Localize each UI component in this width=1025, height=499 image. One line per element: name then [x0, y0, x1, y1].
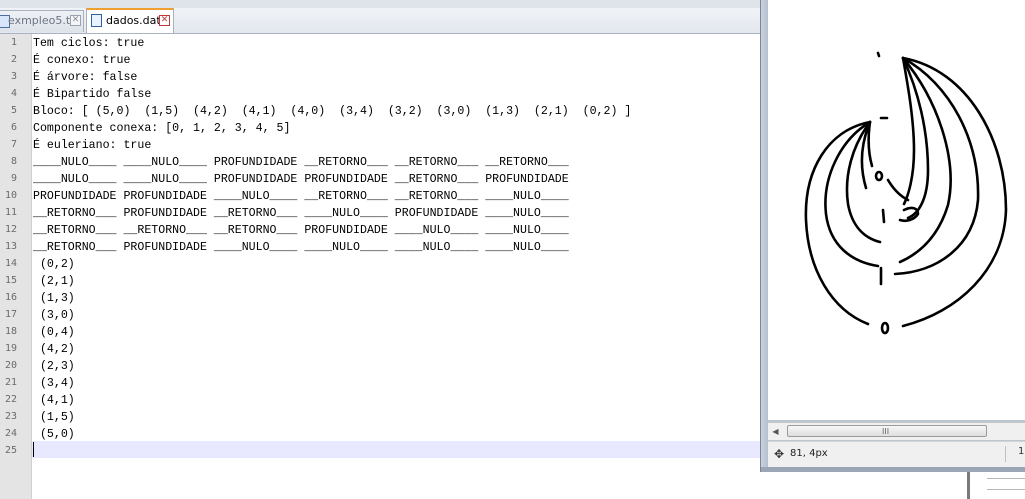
- code-line[interactable]: Componente conexa: [0, 1, 2, 3, 4, 5]: [33, 120, 290, 137]
- line-number: 6: [10, 122, 17, 133]
- code-line[interactable]: (0,2): [33, 256, 75, 273]
- sketch-drawing: [804, 51, 1008, 335]
- status-right-value: 1: [1018, 446, 1025, 457]
- tab-label: dados.dat: [106, 14, 161, 27]
- line-number: 13: [4, 241, 17, 252]
- code-line[interactable]: (2,3): [33, 358, 75, 375]
- scroll-grip: III: [882, 427, 890, 436]
- line-number: 19: [4, 343, 17, 354]
- code-line[interactable]: (1,5): [33, 409, 75, 426]
- cursor-position: 81, 4px: [790, 448, 828, 459]
- code-line[interactable]: Tem ciclos: true: [33, 35, 144, 52]
- code-line[interactable]: (2,1): [33, 273, 75, 290]
- window-border: [967, 472, 970, 499]
- line-number: 15: [4, 275, 17, 286]
- divider: [987, 489, 1025, 490]
- line-number: 14: [4, 258, 17, 269]
- code-line[interactable]: É árvore: false: [33, 69, 137, 86]
- text-caret: [33, 442, 34, 457]
- code-line[interactable]: (0,4): [33, 324, 75, 341]
- line-number: 5: [10, 105, 17, 116]
- line-number: 17: [4, 309, 17, 320]
- status-bar: ✥ 81, 4px 1: [768, 441, 1025, 468]
- divider: [987, 478, 1025, 479]
- line-number: 25: [4, 445, 17, 456]
- code-line[interactable]: É conexo: true: [33, 52, 130, 69]
- line-number: 4: [10, 88, 17, 99]
- line-number: 16: [4, 292, 17, 303]
- close-icon[interactable]: ✕: [70, 15, 81, 26]
- line-number: 11: [4, 207, 17, 218]
- code-line[interactable]: __RETORNO___ PROFUNDIDADE ____NULO____ _…: [33, 239, 569, 256]
- close-icon[interactable]: ✕: [159, 15, 170, 26]
- code-line[interactable]: (1,3): [33, 290, 75, 307]
- code-line[interactable]: __RETORNO___ PROFUNDIDADE __RETORNO___ _…: [33, 205, 569, 222]
- drawing-canvas[interactable]: [768, 0, 1025, 420]
- code-area[interactable]: Tem ciclos: true É conexo: true É árvore: …: [32, 34, 762, 499]
- code-line[interactable]: __RETORNO___ __RETORNO___ __RETORNO___ P…: [33, 222, 569, 239]
- line-number: 18: [4, 326, 17, 337]
- code-line[interactable]: ____NULO____ ____NULO____ PROFUNDIDADE _…: [33, 154, 569, 171]
- move-icon: ✥: [774, 447, 785, 461]
- tab-dados[interactable]: dados.dat ✕: [86, 8, 174, 33]
- paint-window: ◀ III ✥ 81, 4px 1: [760, 0, 1025, 472]
- code-line[interactable]: (4,2): [33, 341, 75, 358]
- line-number: 2: [10, 54, 17, 65]
- code-line[interactable]: Bloco: [ (5,0) (1,5) (4,2) (4,1) (4,0) (…: [33, 103, 631, 120]
- line-number: 10: [4, 190, 17, 201]
- code-line[interactable]: (3,4): [33, 375, 75, 392]
- line-number: 1: [10, 37, 17, 48]
- line-number: 21: [4, 377, 17, 388]
- scroll-left-icon[interactable]: ◀: [770, 426, 781, 437]
- scrollbar-thumb[interactable]: III: [787, 425, 987, 437]
- line-number: 23: [4, 411, 17, 422]
- code-line[interactable]: (5,0): [33, 426, 75, 443]
- code-line[interactable]: É euleriano: true: [33, 137, 151, 154]
- line-number: 9: [10, 173, 17, 184]
- text-editor: exmpleo5.txt ✕ dados.dat ✕ 1 2 3 4 5 6 7 8 9 10 11…: [0, 0, 762, 499]
- line-number: 22: [4, 394, 17, 405]
- line-number: 24: [4, 428, 17, 439]
- code-line[interactable]: PROFUNDIDADE PROFUNDIDADE ____NULO____ _…: [33, 188, 569, 205]
- line-number: 8: [10, 156, 17, 167]
- code-line[interactable]: ____NULO____ ____NULO____ PROFUNDIDADE P…: [33, 171, 569, 188]
- line-number: 3: [10, 71, 17, 82]
- status-divider: [1005, 446, 1006, 462]
- line-number-gutter: 1 2 3 4 5 6 7 8 9 10 11 12 13 14 15 16 17 18 19 20 21 22 23 24 2…: [0, 34, 32, 499]
- line-number: 12: [4, 224, 17, 235]
- toolbar-edge: [0, 0, 762, 8]
- code-line[interactable]: É Bipartido false: [33, 86, 151, 103]
- line-number: 20: [4, 360, 17, 371]
- code-line[interactable]: (4,1): [33, 392, 75, 409]
- line-number: 7: [10, 139, 17, 150]
- code-line[interactable]: (3,0): [33, 307, 75, 324]
- window-frame: [761, 0, 768, 472]
- background-window-edge: [762, 472, 1025, 499]
- file-icon: [91, 14, 102, 27]
- tab-bar: exmpleo5.txt ✕ dados.dat ✕: [0, 0, 762, 34]
- horizontal-scrollbar[interactable]: ◀ III: [768, 422, 1025, 440]
- tab-exmpleo5[interactable]: exmpleo5.txt ✕: [0, 10, 84, 32]
